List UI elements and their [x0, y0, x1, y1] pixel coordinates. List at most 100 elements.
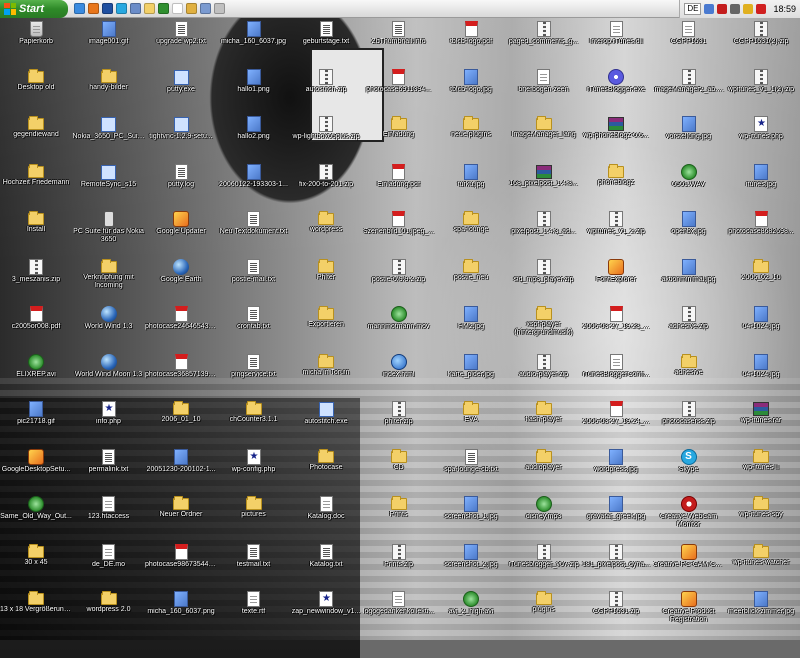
desktop-icon[interactable]: postie-mail.txt [218, 258, 290, 306]
desktop-icon[interactable]: photocase986735446... [145, 543, 217, 591]
desktop-icon[interactable]: itunes.jpg [725, 163, 797, 211]
desktop-icon[interactable]: photocase8682698... [725, 210, 797, 258]
desktop-icon[interactable]: 2006_02_10 [725, 258, 797, 306]
desktop-icon[interactable]: hallo2.png [218, 115, 290, 163]
desktop-icon[interactable]: Google Earth [145, 258, 217, 306]
desktop-icon[interactable]: karte_pider.jpg [435, 353, 507, 401]
desktop-icon[interactable]: tblcb-logo.pdf [435, 20, 507, 68]
desktop-icon[interactable]: pixelpost_1.4.3_ad... [508, 210, 580, 258]
desktop-icon[interactable]: 04-1024.jpg [725, 305, 797, 353]
desktop-icon[interactable]: wordpress 2.0 [73, 590, 145, 638]
desktop-icon[interactable]: World Wind Moon 1.3 [73, 353, 145, 401]
desktop-icon[interactable]: briefbogen zeen [508, 68, 580, 116]
desktop-icon[interactable]: Phlter [290, 258, 362, 306]
desktop-icon[interactable]: adhesive [653, 353, 725, 401]
adobe-icon[interactable] [717, 3, 728, 14]
desktop-icon[interactable]: Szenenbild_01.jpeg_... [363, 210, 435, 258]
desktop-icon[interactable]: wordpress [290, 210, 362, 258]
desktop-icon[interactable]: putty.exe [145, 68, 217, 116]
desktop-icon[interactable]: 20060122-193303-1... [218, 163, 290, 211]
desktop-icon[interactable]: Interop.iTunes.dll [580, 20, 652, 68]
desktop-icon[interactable]: Prints [363, 495, 435, 543]
desktop-icon[interactable]: screenshot_2.jpg [435, 543, 507, 591]
desktop-icon[interactable]: photocase246465434... [145, 305, 217, 353]
desktop-icon[interactable]: 2006-03-27_19.23_... [580, 305, 652, 353]
desktop-icon[interactable]: CGPP1531.zip [580, 590, 652, 638]
desktop-icon[interactable]: mannmotmann.mov [363, 305, 435, 353]
desktop-icon[interactable]: vorstellung.jpg [653, 115, 725, 163]
desktop-icon[interactable]: iTunesblogger_v07.zip [508, 543, 580, 591]
desktop-icon[interactable]: gravatar_greek.jpg [580, 495, 652, 543]
desktop-icon[interactable]: wp-itunes-spy [725, 495, 797, 543]
desktop-icon[interactable]: photocaserss.zip [653, 400, 725, 448]
desktop-icon[interactable]: de_DE.mo [73, 543, 145, 591]
desktop-icon[interactable]: 20051230-200102-1... [145, 448, 217, 496]
desktop-icon[interactable]: putty.log [145, 163, 217, 211]
desktop-icon[interactable]: micha_160_6037.png [145, 590, 217, 638]
desktop-icon[interactable]: S Skype [653, 448, 725, 496]
desktop-icon[interactable]: info.php [73, 400, 145, 448]
desktop-icon[interactable]: 30 x 45 [0, 543, 72, 591]
desktop-icon[interactable]: 2006_01_10 [145, 400, 217, 448]
desktop-icon[interactable]: Desktop old [0, 68, 72, 116]
desktop-icon[interactable]: chCounter3.1.1 [218, 400, 290, 448]
desktop-icon[interactable]: Exportieren [290, 305, 362, 353]
desktop-icon[interactable]: disney.mp3 [508, 495, 580, 543]
desktop-icon[interactable]: iTunesBlogger.exe [580, 68, 652, 116]
desktop-icon[interactable]: 04-1024.jpg [725, 353, 797, 401]
media-icon[interactable] [158, 3, 169, 14]
desktop-icon[interactable]: ImageManager2_ab.zip [653, 68, 725, 116]
desktop-icon[interactable]: Install [0, 210, 72, 258]
desktop-icon[interactable]: wp-lightbox05plus.zip [290, 115, 362, 163]
desktop-icon[interactable]: Creative PC-CAM Center [653, 543, 725, 591]
ie-icon[interactable] [74, 3, 85, 14]
desktop-icon[interactable]: hallo1.png [218, 68, 290, 116]
desktop-icon[interactable]: wp-itunes II [725, 448, 797, 496]
desktop-icon[interactable]: Neu Textdokument.txt [218, 210, 290, 258]
desktop-icon[interactable]: wp-itunes-watcher [725, 543, 797, 591]
desktop-icon[interactable]: pingservice.txt [218, 353, 290, 401]
desktop-icon[interactable]: fix-200-to-201.zip [290, 163, 362, 211]
desktop-icon[interactable]: Hochzeit Friedemann [0, 163, 72, 211]
desktop-icon[interactable]: Prints.zip [363, 543, 435, 591]
desktop-icon[interactable]: c2005or008.pdf [0, 305, 72, 353]
desktop-icon[interactable]: wp-itunes.rar [725, 400, 797, 448]
desktop-icon[interactable]: RemoteSync_s15 [73, 163, 145, 211]
explorer-icon[interactable] [144, 3, 155, 14]
desktop-icon[interactable]: adhesive.zip [653, 305, 725, 353]
desktop-icon[interactable]: 13 x 18 Vergrößerungen [0, 590, 72, 638]
desktop-icon[interactable]: spa-lounge-cb.txt [435, 448, 507, 496]
desktop-icon[interactable]: upgrade wp2.txt [145, 20, 217, 68]
desktop-icon[interactable]: FontExplorer [580, 258, 652, 306]
desktop-icon[interactable]: HM2.jpg [435, 305, 507, 353]
notepad-icon[interactable] [172, 3, 183, 14]
desktop-icon[interactable]: gegendiewand [0, 115, 72, 163]
desktop-icon[interactable]: GoogleDesktopSetu... [0, 448, 72, 496]
desktop-icon[interactable]: Einladung.pdf [363, 163, 435, 211]
desktop-icon[interactable]: avi_2_high.avi [435, 590, 507, 638]
desktop-icon[interactable]: ELIXREP.avi [0, 353, 72, 401]
desktop-icon[interactable]: meerblick-zimmer.jpg [725, 590, 797, 638]
desktop-icon[interactable]: wp-config.php [218, 448, 290, 496]
desktop-icon[interactable]: crontab.txt [218, 305, 290, 353]
desktop-icon[interactable]: micha in Toruin [290, 353, 362, 401]
desktop-icon[interactable]: flash-player [508, 400, 580, 448]
desktop-icon[interactable]: 123.htaccess [73, 495, 145, 543]
desktop-icon[interactable]: Neuer Ordner [145, 495, 217, 543]
desktop-icon[interactable]: wp-phoneblogz-0.6... [580, 115, 652, 163]
desktop-icon[interactable]: World Wind 1.3 [73, 305, 145, 353]
desktop-icon[interactable]: Google Updater [145, 210, 217, 258]
desktop-icon[interactable]: 0501.WAV [653, 163, 725, 211]
desktop-icon[interactable]: aktionminimal.jpg [653, 258, 725, 306]
desktop-icon[interactable]: CD [363, 448, 435, 496]
desktop-icon[interactable]: audioplayer [508, 448, 580, 496]
desktop-icon[interactable]: Nokia_3650_PC_Suit... [73, 115, 145, 163]
app-icon[interactable] [214, 3, 225, 14]
desktop-icon[interactable] [130, 3, 141, 14]
desktop-icon[interactable]: iTunesBloggerConfi... [580, 353, 652, 401]
desktop-icon[interactable]: plugins [508, 590, 580, 638]
desktop-icon[interactable]: phlter.zip [363, 400, 435, 448]
desktop-icon[interactable]: Papierkorb [0, 20, 72, 68]
desktop-icon[interactable]: phoneblogz [580, 163, 652, 211]
desktop-icon[interactable]: 3_meszanis.zip [0, 258, 72, 306]
